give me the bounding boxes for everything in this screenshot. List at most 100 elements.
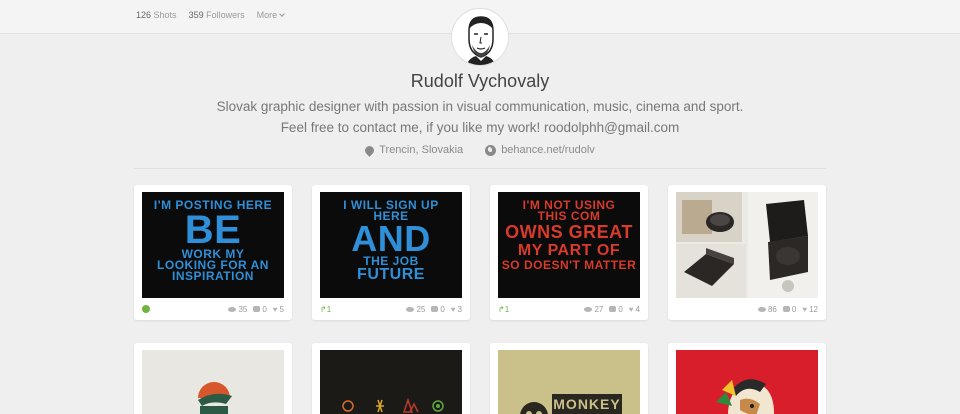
- shot-stats: 35 0 ♥ 5: [142, 303, 284, 315]
- views-stat: 35: [228, 305, 247, 314]
- shot-line: BE: [184, 208, 242, 252]
- comment-icon: [431, 306, 439, 312]
- rebounds[interactable]: ↱ 1: [498, 305, 584, 314]
- shot-line: FUTURE: [357, 266, 425, 283]
- comments-count: 0: [618, 304, 623, 314]
- website-text: behance.net/rudolv: [501, 144, 595, 156]
- shot-line: INSPIRATION: [172, 269, 254, 283]
- shots-count: 126: [136, 10, 152, 20]
- chevron-down-icon: [279, 11, 285, 17]
- shot-line: OWNS GREAT: [505, 222, 633, 242]
- views-stat: 86: [757, 304, 777, 314]
- comments-stat[interactable]: 0: [253, 304, 267, 314]
- rebound-arrow-icon: ↱: [498, 304, 505, 314]
- shot-line: AND: [351, 218, 431, 259]
- location-pin-icon: [363, 143, 377, 157]
- eye-icon: [584, 306, 593, 312]
- eye-icon: [757, 306, 766, 312]
- views-count: 35: [238, 304, 248, 314]
- likes-stat[interactable]: ♥ 3: [451, 305, 462, 314]
- shot-thumbnail[interactable]: [676, 192, 818, 298]
- rebound-arrow-icon: ↱: [320, 304, 327, 314]
- shots-label: Shots: [153, 10, 177, 20]
- eye-icon: [228, 306, 237, 312]
- logo-artwork: [198, 382, 232, 414]
- comments-stat[interactable]: 0: [431, 304, 445, 314]
- rebounds-count: 1: [326, 304, 332, 314]
- profile-bio: Slovak graphic designer with passion in …: [216, 99, 744, 135]
- shot-typography: I'M POSTING HERE BE WORK MY LOOKING FOR …: [142, 192, 284, 282]
- shot-thumbnail[interactable]: I'M NOT USING THIS COM OWNS GREAT MY PAR…: [498, 192, 640, 298]
- heart-icon: ♥: [450, 304, 456, 314]
- shot-stats: 86 0 ♥ 12: [676, 303, 818, 315]
- shot-stats: ↱ 1 25 0 ♥ 3: [320, 303, 462, 315]
- avatar[interactable]: [451, 8, 509, 66]
- shot-thumbnail[interactable]: [142, 350, 284, 414]
- views-stat: 25: [406, 305, 425, 314]
- icon-set-artwork: [320, 350, 462, 414]
- avatar-portrait-icon: [452, 9, 508, 65]
- shot-stats: ↱ 1 27 0 ♥ 4: [498, 303, 640, 315]
- likes-stat[interactable]: ♥ 4: [629, 305, 640, 314]
- eye-icon: [406, 306, 415, 312]
- shot-card[interactable]: MONKEY: [490, 343, 648, 414]
- shot-thumbnail[interactable]: [320, 350, 462, 414]
- location-text: Trencin, Slovakia: [379, 144, 464, 156]
- shot-card[interactable]: [668, 343, 826, 414]
- more-label: More: [256, 10, 278, 20]
- likes-stat[interactable]: ♥ 12: [802, 305, 818, 314]
- shot-line: SO DOESN'T MATTER: [501, 258, 637, 272]
- comment-icon: [782, 306, 790, 312]
- heart-icon: ♥: [802, 304, 808, 314]
- heart-icon: ♥: [628, 304, 634, 314]
- comments-count: 0: [791, 304, 797, 314]
- likes-count: 5: [279, 304, 284, 314]
- profile-stats: 126 Shots 359 Followers More: [136, 10, 285, 20]
- likes-count: 3: [457, 304, 462, 314]
- likes-stat[interactable]: ♥ 5: [273, 305, 284, 314]
- views-count: 27: [594, 304, 604, 314]
- shot-typography: I WILL SIGN UP HERE AND THE JOB FUTURE: [320, 192, 462, 283]
- packaging-photo: [676, 192, 818, 298]
- shot-card[interactable]: I WILL SIGN UP HERE AND THE JOB FUTURE ↱…: [312, 185, 470, 320]
- followers-stat[interactable]: 359 Followers: [189, 10, 245, 20]
- divider: [134, 168, 826, 169]
- profile-meta: Trencin, Slovakia behance.net/rudolv: [0, 143, 960, 157]
- views-count: 25: [416, 304, 426, 314]
- rebounds-count: 1: [504, 304, 510, 314]
- location: Trencin, Slovakia: [363, 143, 464, 157]
- comment-icon: [253, 306, 261, 312]
- shot-card[interactable]: [134, 343, 292, 414]
- followers-count: 359: [188, 10, 204, 20]
- shot-thumbnail[interactable]: [676, 350, 818, 414]
- shots-stat[interactable]: 126 Shots: [136, 10, 177, 20]
- shot-card[interactable]: 86 0 ♥ 12: [668, 185, 826, 320]
- globe-icon: [485, 144, 497, 156]
- heart-icon: ♥: [272, 304, 278, 314]
- likes-count: 12: [809, 304, 818, 314]
- profile-name: Rudolf Vychovaly: [410, 71, 550, 91]
- comments-stat[interactable]: 0: [782, 304, 797, 314]
- shot-card[interactable]: [312, 343, 470, 414]
- rebounds[interactable]: ↱ 1: [320, 305, 406, 314]
- shot-card[interactable]: I'M POSTING HERE BE WORK MY LOOKING FOR …: [134, 185, 292, 320]
- shot-thumbnail[interactable]: I WILL SIGN UP HERE AND THE JOB FUTURE: [320, 192, 462, 298]
- website-link[interactable]: behance.net/rudolv: [485, 144, 595, 156]
- views-count: 86: [767, 304, 777, 314]
- shot-thumbnail[interactable]: MONKEY: [498, 350, 640, 414]
- comments-count: 0: [440, 304, 445, 314]
- comments-count: 0: [262, 304, 267, 314]
- monkey-label: MONKEY: [553, 396, 621, 412]
- followers-label: Followers: [206, 10, 245, 20]
- shot-line: THIS COM: [537, 209, 601, 223]
- shot-thumbnail[interactable]: I'M POSTING HERE BE WORK MY LOOKING FOR …: [142, 192, 284, 298]
- likes-count: 4: [635, 304, 640, 314]
- comment-icon: [609, 306, 617, 312]
- more-menu[interactable]: More: [257, 10, 285, 20]
- shot-card[interactable]: I'M NOT USING THIS COM OWNS GREAT MY PAR…: [490, 185, 648, 320]
- shot-typography: I'M NOT USING THIS COM OWNS GREAT MY PAR…: [498, 192, 640, 271]
- rebound-icon[interactable]: [142, 305, 150, 313]
- chief-artwork: [676, 350, 818, 414]
- comments-stat[interactable]: 0: [609, 304, 623, 314]
- views-stat: 27: [584, 305, 603, 314]
